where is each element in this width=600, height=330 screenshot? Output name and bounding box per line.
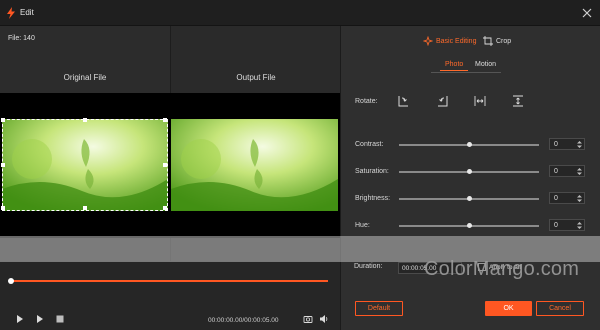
crop-handle[interactable] bbox=[1, 206, 5, 210]
flip-vertical-icon[interactable] bbox=[511, 94, 525, 108]
lightning-icon bbox=[7, 7, 15, 19]
crop-handle[interactable] bbox=[1, 118, 5, 122]
progress-knob[interactable] bbox=[8, 278, 14, 284]
spinner-arrows-icon[interactable] bbox=[577, 167, 582, 176]
crop-handle[interactable] bbox=[83, 206, 87, 210]
rotate-right-icon[interactable] bbox=[396, 94, 410, 108]
rotate-label: Rotate: bbox=[355, 98, 378, 105]
snapshot-icon[interactable] bbox=[303, 314, 313, 324]
rotate-left-icon[interactable] bbox=[436, 94, 450, 108]
next-frame-icon[interactable] bbox=[35, 314, 45, 324]
default-button[interactable]: Default bbox=[355, 301, 403, 316]
duration-label: Duration: bbox=[354, 263, 383, 270]
output-file-label: Output File bbox=[236, 73, 276, 82]
tab-crop[interactable]: Crop bbox=[483, 35, 511, 47]
file-label: File: 140 bbox=[8, 35, 35, 42]
saturation-slider-knob[interactable] bbox=[467, 169, 472, 174]
spinner-arrows-icon[interactable] bbox=[577, 194, 582, 203]
crop-handle[interactable] bbox=[163, 118, 167, 122]
preview-area: Original File Output File File: 140 bbox=[0, 26, 340, 330]
crop-handle[interactable] bbox=[163, 206, 167, 210]
spinner-arrows-icon[interactable] bbox=[577, 140, 582, 149]
brightness-label: Brightness: bbox=[355, 195, 391, 202]
saturation-value: 0 bbox=[554, 168, 558, 175]
contrast-spinner[interactable]: 0 bbox=[549, 138, 585, 150]
original-file-label: Original File bbox=[63, 73, 107, 82]
ok-button[interactable]: OK bbox=[485, 301, 532, 316]
crop-icon bbox=[483, 36, 493, 46]
crop-handle[interactable] bbox=[1, 163, 5, 167]
output-video-frame bbox=[171, 119, 338, 211]
brightness-value: 0 bbox=[554, 195, 558, 202]
tab-label: Basic Editing bbox=[436, 37, 477, 45]
play-icon[interactable] bbox=[15, 314, 25, 324]
progress-track[interactable] bbox=[10, 280, 328, 282]
timecode: 00:00:00.00/00:00:05.00 bbox=[208, 317, 279, 324]
volume-icon[interactable] bbox=[319, 314, 329, 324]
saturation-spinner[interactable]: 0 bbox=[549, 165, 585, 177]
edit-panel: Basic Editing Crop Photo Motion Rotate: … bbox=[340, 26, 600, 330]
window-title: Edit bbox=[20, 8, 34, 17]
brightness-spinner[interactable]: 0 bbox=[549, 192, 585, 204]
saturation-label: Saturation: bbox=[355, 168, 389, 175]
hue-label: Hue: bbox=[355, 222, 370, 229]
flip-horizontal-icon[interactable] bbox=[473, 94, 487, 108]
tab-basic-editing[interactable]: Basic Editing bbox=[423, 35, 476, 47]
subtab-photo[interactable]: Photo bbox=[440, 61, 469, 71]
hue-spinner[interactable]: 0 bbox=[549, 219, 585, 231]
crop-handle[interactable] bbox=[83, 118, 87, 122]
sparkle-icon bbox=[423, 36, 433, 46]
crop-selection-box[interactable] bbox=[1, 118, 168, 211]
subtab-motion[interactable]: Motion bbox=[470, 61, 501, 70]
watermark: ColorMango.com bbox=[424, 258, 580, 280]
contrast-label: Contrast: bbox=[355, 141, 384, 148]
subtab-divider bbox=[431, 72, 501, 73]
spinner-arrows-icon[interactable] bbox=[577, 221, 582, 230]
contrast-value: 0 bbox=[554, 141, 558, 148]
tab-label: Crop bbox=[496, 37, 512, 45]
cancel-button[interactable]: Cancel bbox=[536, 301, 584, 316]
contrast-slider-knob[interactable] bbox=[467, 142, 472, 147]
title-bar: Edit bbox=[0, 0, 600, 26]
hue-value: 0 bbox=[554, 222, 558, 229]
video-band bbox=[0, 93, 340, 238]
hue-slider-knob[interactable] bbox=[467, 223, 472, 228]
brightness-slider-knob[interactable] bbox=[467, 196, 472, 201]
close-icon[interactable] bbox=[580, 6, 594, 20]
crop-handle[interactable] bbox=[163, 163, 167, 167]
stop-icon[interactable] bbox=[55, 314, 65, 324]
